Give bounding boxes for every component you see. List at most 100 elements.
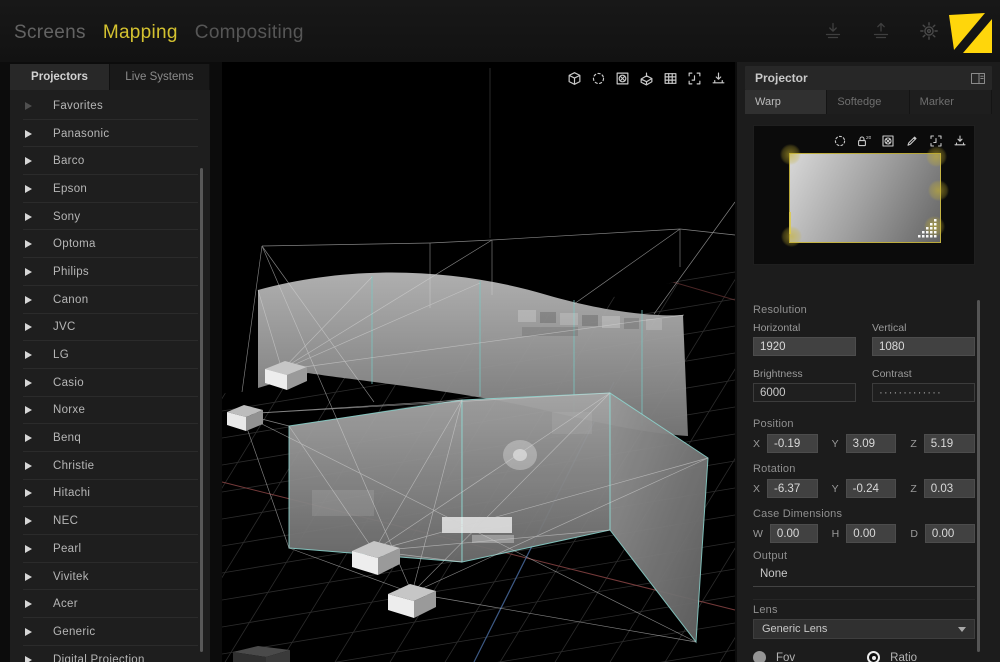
warp-preview[interactable]: 20 [753,125,975,265]
brand-list-item[interactable]: Benq [10,424,210,452]
tab-softedge[interactable]: Softedge [827,90,909,114]
brand-list-item[interactable]: JVC [10,314,210,342]
case-height-input[interactable] [846,524,896,543]
nav-screens[interactable]: Screens [14,22,86,44]
settings-gear-icon[interactable] [918,20,940,42]
orbit-icon[interactable] [831,132,848,149]
warp-handle-top-right[interactable] [926,146,947,167]
brand-list-item[interactable]: NEC [10,507,210,535]
brand-list-item[interactable]: Generic [10,618,210,646]
selection-frame-icon[interactable] [686,70,703,87]
tab-marker[interactable]: Marker [910,90,992,114]
brand-list-item[interactable]: Pearl [10,535,210,563]
warp-surface[interactable] [789,153,941,243]
scene-3d[interactable] [222,62,735,662]
panel-toggle-icon[interactable] [969,70,986,87]
brand-label: Benq [53,432,81,444]
fov-radio[interactable]: Fov [753,651,795,662]
expand-arrow-icon[interactable] [25,573,32,581]
brand-list-item[interactable]: Digital Projection [10,646,210,662]
expand-arrow-icon[interactable] [25,213,32,221]
measure-icon[interactable] [951,132,968,149]
contrast-input[interactable] [872,383,975,402]
vertical-resolution-input[interactable] [872,337,975,356]
brightness-input[interactable] [753,383,856,402]
screen-mask-icon[interactable] [879,132,896,149]
radio-icon[interactable] [753,651,766,662]
brand-list-item[interactable]: Epson [10,175,210,203]
expand-arrow-icon[interactable] [25,268,32,276]
expand-arrow-icon[interactable] [25,628,32,636]
axis-label: Y [832,438,839,450]
case-depth-input[interactable] [925,524,975,543]
expand-arrow-icon[interactable] [25,656,32,662]
radio-selected-icon[interactable] [867,651,880,662]
brand-list-item[interactable]: Casio [10,369,210,397]
expand-arrow-icon[interactable] [25,157,32,165]
projector-icon[interactable] [638,70,655,87]
export-icon[interactable] [870,21,892,41]
position-x-input[interactable] [767,434,818,453]
expand-arrow-icon[interactable] [25,600,32,608]
tab-live-systems[interactable]: Live Systems [110,64,210,90]
expand-arrow-icon[interactable] [25,185,32,193]
brand-list-item[interactable]: Hitachi [10,480,210,508]
expand-arrow-icon[interactable] [25,130,32,138]
rotation-x-input[interactable] [767,479,818,498]
brand-list-item[interactable]: Canon [10,286,210,314]
expand-arrow-icon[interactable] [25,102,32,110]
nav-mapping[interactable]: Mapping [103,22,178,44]
viewport-3d[interactable] [222,62,735,662]
brand-list-item[interactable]: Philips [10,258,210,286]
brand-list-item[interactable]: Norxe [10,397,210,425]
lens-select[interactable]: Generic Lens [753,619,975,639]
projector-box [388,584,436,618]
grid-icon[interactable] [662,70,679,87]
brand-list-item[interactable]: Christie [10,452,210,480]
rotation-y-input[interactable] [846,479,897,498]
measure-icon[interactable] [710,70,727,87]
expand-arrow-icon[interactable] [25,462,32,470]
expand-arrow-icon[interactable] [25,351,32,359]
lock-icon[interactable]: 20 [855,132,872,149]
warp-handle-top-left[interactable] [780,144,801,165]
top-bar-actions [822,20,940,42]
cube-icon[interactable] [566,70,583,87]
brand-list-item[interactable]: Acer [10,590,210,618]
expand-arrow-icon[interactable] [25,434,32,442]
output-select[interactable]: None [753,564,975,587]
expand-arrow-icon[interactable] [25,545,32,553]
expand-arrow-icon[interactable] [25,489,32,497]
position-z-input[interactable] [924,434,975,453]
brand-list-item[interactable]: LG [10,341,210,369]
tab-projectors[interactable]: Projectors [10,64,110,90]
brand-list-item[interactable]: Optoma [10,230,210,258]
tab-warp[interactable]: Warp [745,90,827,114]
expand-arrow-icon[interactable] [25,517,32,525]
nav-compositing[interactable]: Compositing [195,22,304,44]
right-panel-scrollbar[interactable] [977,300,980,652]
left-panel-scrollbar[interactable] [200,168,203,652]
screen-mask-icon[interactable] [614,70,631,87]
horizontal-resolution-input[interactable] [753,337,856,356]
ratio-radio[interactable]: Ratio [867,651,917,662]
case-width-input[interactable] [770,524,818,543]
brand-list-item[interactable]: Barco [10,147,210,175]
edit-pencil-icon[interactable] [903,132,920,149]
brand-list-item[interactable]: Vivitek [10,563,210,591]
brand-list-item[interactable]: Favorites [10,92,210,120]
expand-arrow-icon[interactable] [25,379,32,387]
selection-frame-icon[interactable] [927,132,944,149]
orbit-icon[interactable] [590,70,607,87]
brand-list-item[interactable]: Sony [10,203,210,231]
expand-arrow-icon[interactable] [25,406,32,414]
expand-arrow-icon[interactable] [25,323,32,331]
expand-arrow-icon[interactable] [25,296,32,304]
brand-list-item[interactable]: Panasonic [10,120,210,148]
warp-handle-right-mid[interactable] [928,180,949,201]
rotation-z-input[interactable] [924,479,975,498]
expand-arrow-icon[interactable] [25,240,32,248]
position-y-input[interactable] [846,434,897,453]
warp-handle-bottom-left[interactable] [781,226,802,247]
import-icon[interactable] [822,21,844,41]
